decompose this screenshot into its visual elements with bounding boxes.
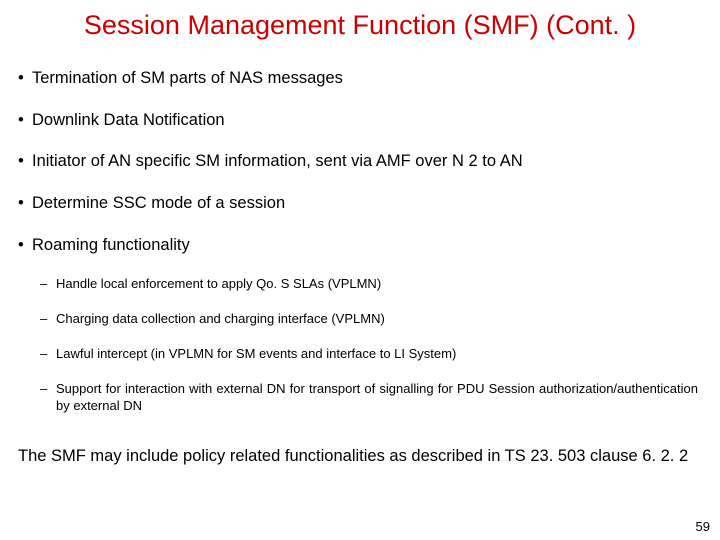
bullet-item: Determine SSC mode of a session (18, 193, 702, 214)
bullet-item: Downlink Data Notification (18, 110, 702, 131)
sub-bullet-item: Lawful intercept (in VPLMN for SM events… (40, 346, 702, 363)
sub-bullet-item: Charging data collection and charging in… (40, 311, 702, 328)
bullet-item: Initiator of AN specific SM information,… (18, 151, 702, 172)
content-area: Termination of SM parts of NAS messages … (18, 68, 702, 473)
slide-title: Session Management Function (SMF) (Cont.… (0, 10, 720, 41)
page-number: 59 (696, 519, 710, 534)
bullet-item: Roaming functionality (18, 235, 702, 256)
slide: Session Management Function (SMF) (Cont.… (0, 0, 720, 540)
sub-bullet-item: Handle local enforcement to apply Qo. S … (40, 276, 702, 293)
footer-paragraph: The SMF may include policy related funct… (18, 433, 702, 474)
bullet-item: Termination of SM parts of NAS messages (18, 68, 702, 89)
sub-bullet-item: Support for interaction with external DN… (40, 381, 702, 415)
